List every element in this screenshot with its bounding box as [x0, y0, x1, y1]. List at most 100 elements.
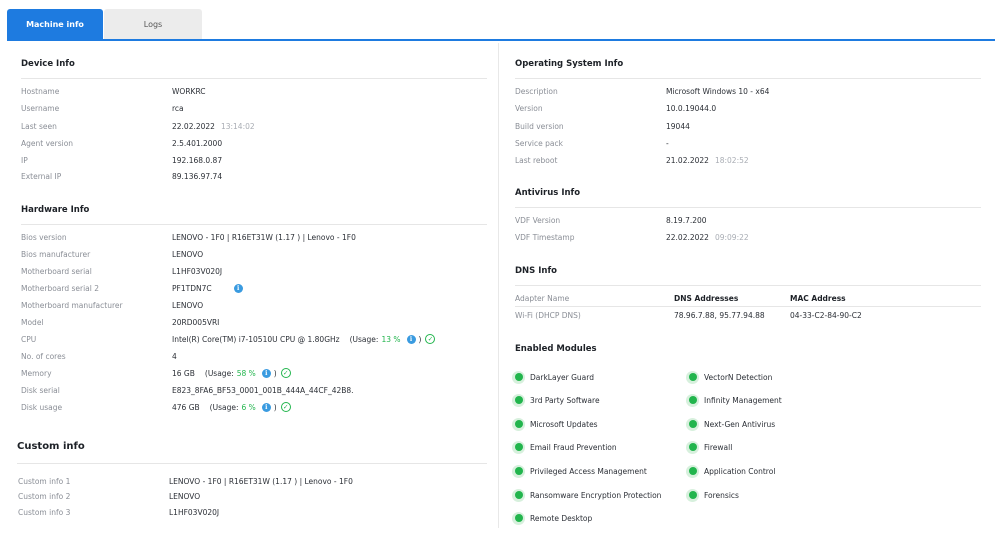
row-label: Agent version — [21, 138, 74, 148]
module-item: VectorN Detection — [686, 370, 772, 384]
row-label: Service pack — [515, 138, 563, 148]
green-dot-icon — [512, 440, 525, 454]
green-dot-icon — [512, 417, 525, 431]
date-value: 21.02.2022 — [666, 155, 709, 165]
row-value-group: 22.02.2022 13:14:02 — [172, 122, 255, 131]
divider — [515, 306, 981, 307]
dns-header-addresses: DNS Addresses — [674, 294, 739, 303]
info-icon[interactable]: i — [261, 402, 271, 412]
usage-prefix: (Usage: — [209, 402, 239, 412]
row-value: 192.168.0.87 — [172, 155, 223, 165]
module-item: Application Control — [686, 464, 775, 478]
custom-info-title: Custom info — [17, 441, 85, 452]
row-value: rca — [172, 103, 184, 113]
row-value-group: Intel(R) Core(TM) i7-10510U CPU @ 1.80GH… — [172, 334, 436, 344]
row-label: Last seen — [21, 121, 57, 131]
row-label: Model — [21, 317, 44, 327]
info-icon[interactable]: i — [233, 283, 243, 293]
time-value: 18:02:52 — [714, 155, 749, 165]
green-dot-icon — [686, 417, 699, 431]
row-label: Description — [515, 86, 558, 96]
row-label: VDF Version — [515, 215, 561, 225]
dns-addresses-value: 78.96.7.88, 95.77.94.88 — [674, 311, 765, 320]
green-dot-icon — [686, 440, 699, 454]
row-label: Last reboot — [515, 155, 558, 165]
dns-mac-value: 04-33-C2-84-90-C2 — [790, 311, 862, 320]
row-label: CPU — [21, 334, 37, 344]
module-label: Remote Desktop — [530, 513, 593, 523]
divider — [515, 207, 981, 208]
tab-machine-info[interactable]: Machine info — [7, 9, 103, 40]
row-value: WORKRC — [172, 86, 206, 96]
row-label: Custom info 1 — [18, 476, 71, 486]
enabled-modules-title: Enabled Modules — [515, 344, 597, 354]
row-label: Motherboard serial 2 — [21, 283, 100, 293]
row-value: 89.136.97.74 — [172, 171, 223, 181]
module-label: Firewall — [704, 442, 733, 452]
dns-header-mac: MAC Address — [790, 294, 846, 303]
os-info-title: Operating System Info — [515, 59, 624, 69]
row-label: No. of cores — [21, 351, 66, 361]
module-label: 3rd Party Software — [530, 395, 600, 405]
info-icon[interactable]: i — [261, 368, 271, 378]
module-label: Next-Gen Antivirus — [704, 419, 776, 429]
usage-suffix: ) — [273, 402, 277, 412]
green-dot-icon — [512, 511, 525, 525]
row-label: Motherboard serial — [21, 266, 92, 276]
module-item: Ransomware Encryption Protection — [512, 488, 661, 502]
row-value: 16 GB — [172, 368, 195, 378]
divider — [21, 224, 487, 225]
usage-prefix: (Usage: — [349, 334, 379, 344]
module-item: Microsoft Updates — [512, 417, 598, 431]
device-info-title: Device Info — [21, 59, 75, 69]
antivirus-info-title: Antivirus Info — [515, 188, 581, 198]
module-label: VectorN Detection — [704, 372, 773, 382]
module-label: DarkLayer Guard — [530, 372, 594, 382]
row-label: Disk serial — [21, 385, 60, 395]
row-label: Disk usage — [21, 402, 63, 412]
row-label: External IP — [21, 171, 62, 181]
usage-suffix: ) — [273, 368, 277, 378]
module-item: Email Fraud Prevention — [512, 440, 617, 454]
green-dot-icon — [512, 464, 525, 478]
row-value: 476 GB — [172, 402, 200, 412]
row-value-group: PF1TDN7C i — [172, 283, 243, 293]
row-label: Memory — [21, 368, 52, 378]
check-circle-icon: ✓ — [425, 334, 436, 344]
row-value: 20RD005VRI — [172, 317, 220, 327]
row-value-group: 476 GB (Usage: 6 % i ) ✓ — [172, 402, 291, 412]
module-item: Remote Desktop — [512, 511, 592, 525]
divider — [21, 78, 487, 79]
green-dot-icon — [512, 488, 525, 502]
date-value: 22.02.2022 — [666, 232, 709, 242]
right-panel: Operating System Info Description Micros… — [500, 43, 995, 528]
row-value: LENOVO - 1F0 | R16ET31W (1.17 ) | Lenovo… — [169, 476, 353, 486]
module-item: Privileged Access Management — [512, 464, 647, 478]
usage-value: 6 % — [241, 402, 256, 412]
row-value: LENOVO — [172, 249, 204, 259]
module-label: Infinity Management — [704, 395, 782, 405]
row-value: 4 — [172, 351, 177, 361]
row-value: 10.0.19044.0 — [666, 103, 717, 113]
row-value: L1HF03V020J — [169, 507, 220, 517]
info-icon[interactable]: i — [406, 334, 416, 344]
module-label: Microsoft Updates — [530, 419, 598, 429]
module-label: Email Fraud Prevention — [530, 442, 617, 452]
module-item: Forensics — [686, 488, 739, 502]
green-dot-icon — [512, 370, 525, 384]
usage-suffix: ) — [418, 334, 422, 344]
usage-prefix: (Usage: — [204, 368, 234, 378]
module-label: Application Control — [704, 466, 776, 476]
check-circle-icon: ✓ — [280, 402, 291, 412]
row-label: Custom info 2 — [18, 491, 71, 501]
tab-logs[interactable]: Logs — [104, 9, 202, 40]
module-item: Infinity Management — [686, 393, 782, 407]
row-value: 19044 — [666, 121, 690, 131]
dns-header-adapter: Adapter Name — [515, 294, 570, 303]
row-label: Bios version — [21, 232, 67, 242]
row-label: Custom info 3 — [18, 507, 71, 517]
module-label: Ransomware Encryption Protection — [530, 490, 662, 500]
row-value: - — [666, 138, 669, 148]
row-value: 2.5.401.2000 — [172, 138, 223, 148]
tab-underline — [7, 39, 995, 41]
